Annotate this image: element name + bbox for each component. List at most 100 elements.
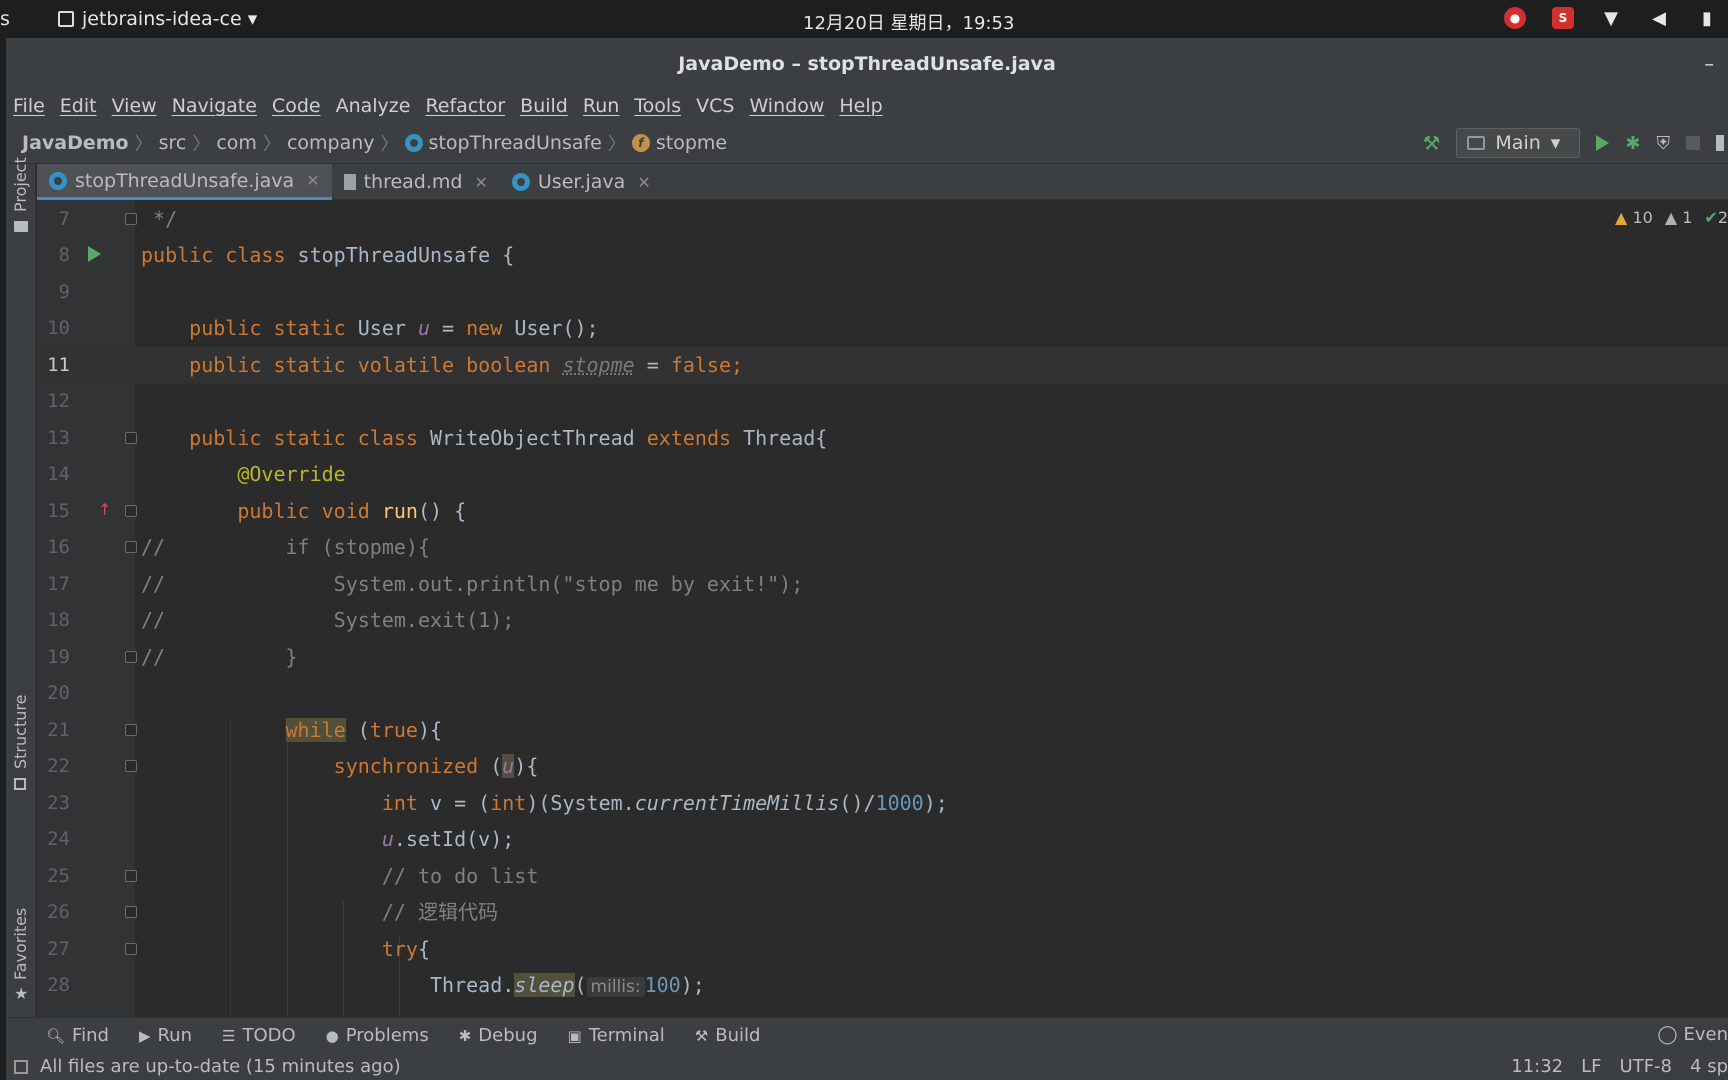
tab-thread-md[interactable]: thread.md ✕ — [332, 164, 500, 200]
code-line[interactable]: 10 public static User u = new User(); — [37, 310, 1728, 347]
code-line[interactable]: 23 int v = (int)(System.currentTimeMilli… — [37, 785, 1728, 822]
menu-edit[interactable]: Edit — [60, 95, 97, 117]
structure-tool-button[interactable]: Structure — [11, 695, 30, 769]
code-line[interactable]: 7 */ — [37, 201, 1728, 238]
menu-view[interactable]: View — [112, 95, 157, 117]
project-tool-button[interactable]: Project — [11, 157, 30, 212]
find-tool-button[interactable]: 🔍︎ Find — [46, 1025, 109, 1046]
menu-build[interactable]: Build — [520, 95, 568, 117]
code-line[interactable]: 12 — [37, 383, 1728, 420]
code-line[interactable]: 21 while (true){ — [37, 712, 1728, 749]
volume-icon[interactable]: ◀ — [1646, 4, 1672, 32]
wifi-icon[interactable]: ▼ — [1598, 4, 1624, 32]
menu-refactor[interactable]: Refactor — [425, 95, 505, 117]
fold-marker-icon[interactable] — [125, 760, 137, 772]
close-icon[interactable]: ✕ — [306, 171, 319, 190]
chevron-right-icon: 〉 — [607, 133, 626, 155]
fold-marker-icon[interactable] — [125, 724, 137, 736]
favorites-tool-button[interactable]: Favorites — [11, 908, 30, 980]
file-encoding[interactable]: UTF-8 — [1620, 1056, 1672, 1077]
menu-window[interactable]: Window — [749, 95, 824, 117]
code-line[interactable]: 8 public class stopThreadUnsafe { — [37, 237, 1728, 274]
terminal-tool-button[interactable]: ▣ Terminal — [568, 1025, 665, 1046]
menu-vcs[interactable]: VCS — [696, 95, 734, 117]
menu-tools[interactable]: Tools — [634, 95, 681, 117]
code-line[interactable]: 14 @Override — [37, 456, 1728, 493]
line-number: 19 — [47, 646, 70, 668]
run-tool-button[interactable]: ▶ Run — [139, 1025, 192, 1046]
code-line[interactable]: 26 // 逻辑代码 — [37, 894, 1728, 931]
fold-marker-icon[interactable] — [125, 906, 137, 918]
tab-label: thread.md — [363, 171, 463, 193]
menu-file[interactable]: File — [13, 95, 45, 117]
stop-icon[interactable] — [1686, 136, 1700, 150]
microphone-icon[interactable]: ▮ — [1694, 4, 1720, 32]
breadcrumb-src[interactable]: src — [159, 132, 187, 154]
code-line[interactable]: 28 Thread.sleep(millis: 100); — [37, 967, 1728, 1004]
menu-analyze[interactable]: Analyze — [336, 95, 411, 117]
indent-setting[interactable]: 4 sp — [1690, 1056, 1728, 1077]
breadcrumb-field[interactable]: f stopme — [631, 132, 727, 154]
build-hammer-icon[interactable]: ⚒ — [1422, 131, 1440, 155]
code-line[interactable]: 18 // System.exit(1); — [37, 602, 1728, 639]
code-line[interactable]: 27 try{ — [37, 931, 1728, 968]
code-line[interactable]: 22 synchronized (u){ — [37, 748, 1728, 785]
breadcrumb-class-label: stopThreadUnsafe — [428, 131, 602, 154]
tab-user-java[interactable]: User.java ✕ — [500, 164, 663, 200]
breadcrumb-com[interactable]: com — [216, 132, 257, 154]
app-menu[interactable]: jetbrains-idea-ce ▾ — [58, 8, 257, 30]
close-icon[interactable]: ✕ — [637, 173, 650, 192]
fold-marker-icon[interactable] — [125, 651, 137, 663]
fold-marker-icon[interactable] — [125, 541, 137, 553]
fold-marker-icon[interactable] — [125, 213, 137, 225]
code-line[interactable]: 24 u.setId(v); — [37, 821, 1728, 858]
field-icon: f — [631, 133, 650, 152]
event-log-button[interactable]: ◯ Even — [1657, 1024, 1728, 1045]
menu-run[interactable]: Run — [583, 95, 619, 117]
code-line[interactable]: 17 // System.out.println("stop me by exi… — [37, 566, 1728, 603]
caret-position[interactable]: 11:32 — [1511, 1056, 1563, 1077]
coverage-icon[interactable]: ⛨ — [1657, 133, 1671, 154]
search-icon: 🔍︎ — [46, 1026, 66, 1045]
code-line[interactable]: 16 // if (stopme){ — [37, 529, 1728, 566]
run-configuration-select[interactable]: Main ▾ — [1456, 128, 1581, 158]
toolbar-overflow-icon[interactable] — [1716, 135, 1724, 151]
breadcrumb-company[interactable]: company — [287, 132, 375, 154]
build-tool-button[interactable]: ⚒ Build — [695, 1025, 761, 1046]
breadcrumb-project[interactable]: JavaDemo — [22, 132, 129, 154]
line-separator[interactable]: LF — [1581, 1056, 1601, 1077]
fold-marker-icon[interactable] — [125, 943, 137, 955]
menu-navigate[interactable]: Navigate — [172, 95, 257, 117]
play-icon: ▶ — [138, 1026, 151, 1045]
breadcrumb-class[interactable]: stopThreadUnsafe — [404, 131, 602, 154]
menu-help[interactable]: Help — [839, 95, 882, 117]
todo-tool-button[interactable]: ☰ TODO — [222, 1025, 296, 1046]
code-line[interactable]: 9 — [37, 274, 1728, 311]
system-clock[interactable]: 12月20日 星期日，19:53 — [803, 9, 1014, 35]
code-line[interactable]: 20 — [37, 675, 1728, 712]
fold-marker-icon[interactable] — [125, 870, 137, 882]
run-gutter-icon[interactable] — [88, 246, 101, 262]
code-line[interactable]: 15 ↑ public void run() { — [37, 493, 1728, 530]
sogou-input-icon[interactable]: S — [1550, 4, 1576, 32]
fold-marker-icon[interactable] — [125, 505, 137, 517]
tool-windows-toggle-icon[interactable] — [14, 1059, 28, 1074]
code-line[interactable]: 13 public static class WriteObjectThread… — [37, 420, 1728, 457]
status-message[interactable]: All files are up-to-date (15 minutes ago… — [40, 1056, 401, 1077]
code-line[interactable]: 25 // to do list — [37, 858, 1728, 895]
activities-label[interactable]: s — [0, 8, 10, 30]
debug-tool-button[interactable]: ✱ Debug — [459, 1025, 538, 1046]
fold-marker-icon[interactable] — [125, 432, 137, 444]
run-icon[interactable] — [1596, 135, 1610, 151]
tab-stopthreadunsafe[interactable]: stopThreadUnsafe.java ✕ — [37, 164, 332, 200]
problems-tool-button[interactable]: ● Problems — [326, 1025, 429, 1046]
code-editor[interactable]: ▲ 10 ▲ 1 ✔2 7 */ 8 public class stopThre… — [37, 200, 1728, 1017]
debug-icon[interactable]: ✱ — [1625, 133, 1640, 154]
code-line[interactable]: 19 // } — [37, 639, 1728, 676]
screen-recorder-icon[interactable]: ● — [1502, 4, 1528, 32]
menu-code[interactable]: Code — [272, 95, 321, 117]
class-icon — [511, 173, 530, 191]
minimize-button[interactable]: – — [1705, 38, 1715, 90]
code-line-current[interactable]: 11 public static volatile boolean stopme… — [37, 347, 1728, 384]
close-icon[interactable]: ✕ — [474, 173, 487, 192]
